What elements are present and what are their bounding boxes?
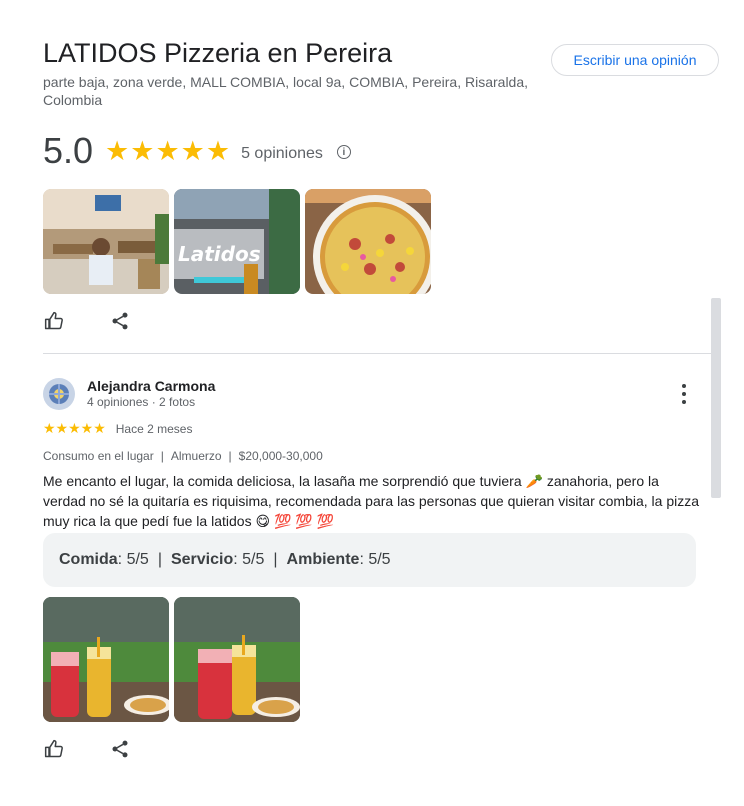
review-attributes: Consumo en el lugar | Almuerzo | $20,000-30,…	[43, 449, 323, 463]
attr-service: Consumo en el lugar	[43, 449, 154, 463]
rating-summary: 5.0 ★★★★★ 5 opiniones i	[43, 130, 351, 172]
review-count[interactable]: 5 opiniones	[241, 145, 323, 163]
share-icon[interactable]	[109, 310, 131, 332]
place-photo-sign[interactable]: Latidos	[174, 189, 300, 294]
share-icon[interactable]	[109, 738, 131, 760]
rating-stars: ★★★★★	[105, 135, 232, 166]
reviewer-name[interactable]: Alejandra Carmona	[87, 378, 215, 394]
more-vert-icon[interactable]	[676, 384, 692, 404]
place-photo-pizza[interactable]	[305, 189, 431, 294]
review-photo-drinks-2[interactable]	[174, 597, 300, 722]
review-rating: ★★★★★ Hace 2 meses	[43, 420, 192, 437]
info-icon[interactable]: i	[336, 145, 351, 159]
review-photo-drinks-1[interactable]	[43, 597, 169, 722]
reviewer-meta: 4 opiniones · 2 fotos	[87, 395, 196, 409]
attr-meal: Almuerzo	[170, 449, 222, 463]
write-review-button[interactable]: Escribir una opinión	[551, 44, 719, 76]
attr-price: $20,000-30,000	[238, 449, 323, 463]
place-address: parte baja, zona verde, MALL COMBIA, loc…	[43, 74, 529, 108]
place-actions	[43, 310, 131, 332]
subrating-value: : 5/5	[359, 551, 391, 568]
subrating-label: Comida	[59, 551, 118, 568]
divider	[43, 353, 711, 354]
review-text: Me encanto el lugar, la comida deliciosa…	[43, 473, 700, 529]
review-stars: ★★★★★	[43, 420, 106, 436]
avatar[interactable]	[43, 378, 75, 410]
subrating-value: : 5/5	[233, 551, 265, 568]
subrating-value: : 5/5	[117, 551, 149, 568]
subrating-label: Servicio	[170, 551, 234, 568]
sign-text: Latidos	[178, 242, 261, 266]
thumbs-up-icon[interactable]	[43, 310, 65, 332]
thumbs-up-icon[interactable]	[43, 738, 65, 760]
subrating-label: Ambiente	[286, 551, 360, 568]
place-title: LATIDOS Pizzeria en Pereira	[43, 38, 393, 68]
rating-value: 5.0	[43, 130, 94, 171]
review-time: Hace 2 meses	[115, 421, 193, 436]
review-actions	[43, 738, 131, 760]
subratings-box: Comida: 5/5 | Servicio: 5/5 | Ambiente: …	[43, 533, 696, 587]
place-photo-interior[interactable]	[43, 189, 169, 294]
scrollbar[interactable]	[711, 298, 721, 498]
